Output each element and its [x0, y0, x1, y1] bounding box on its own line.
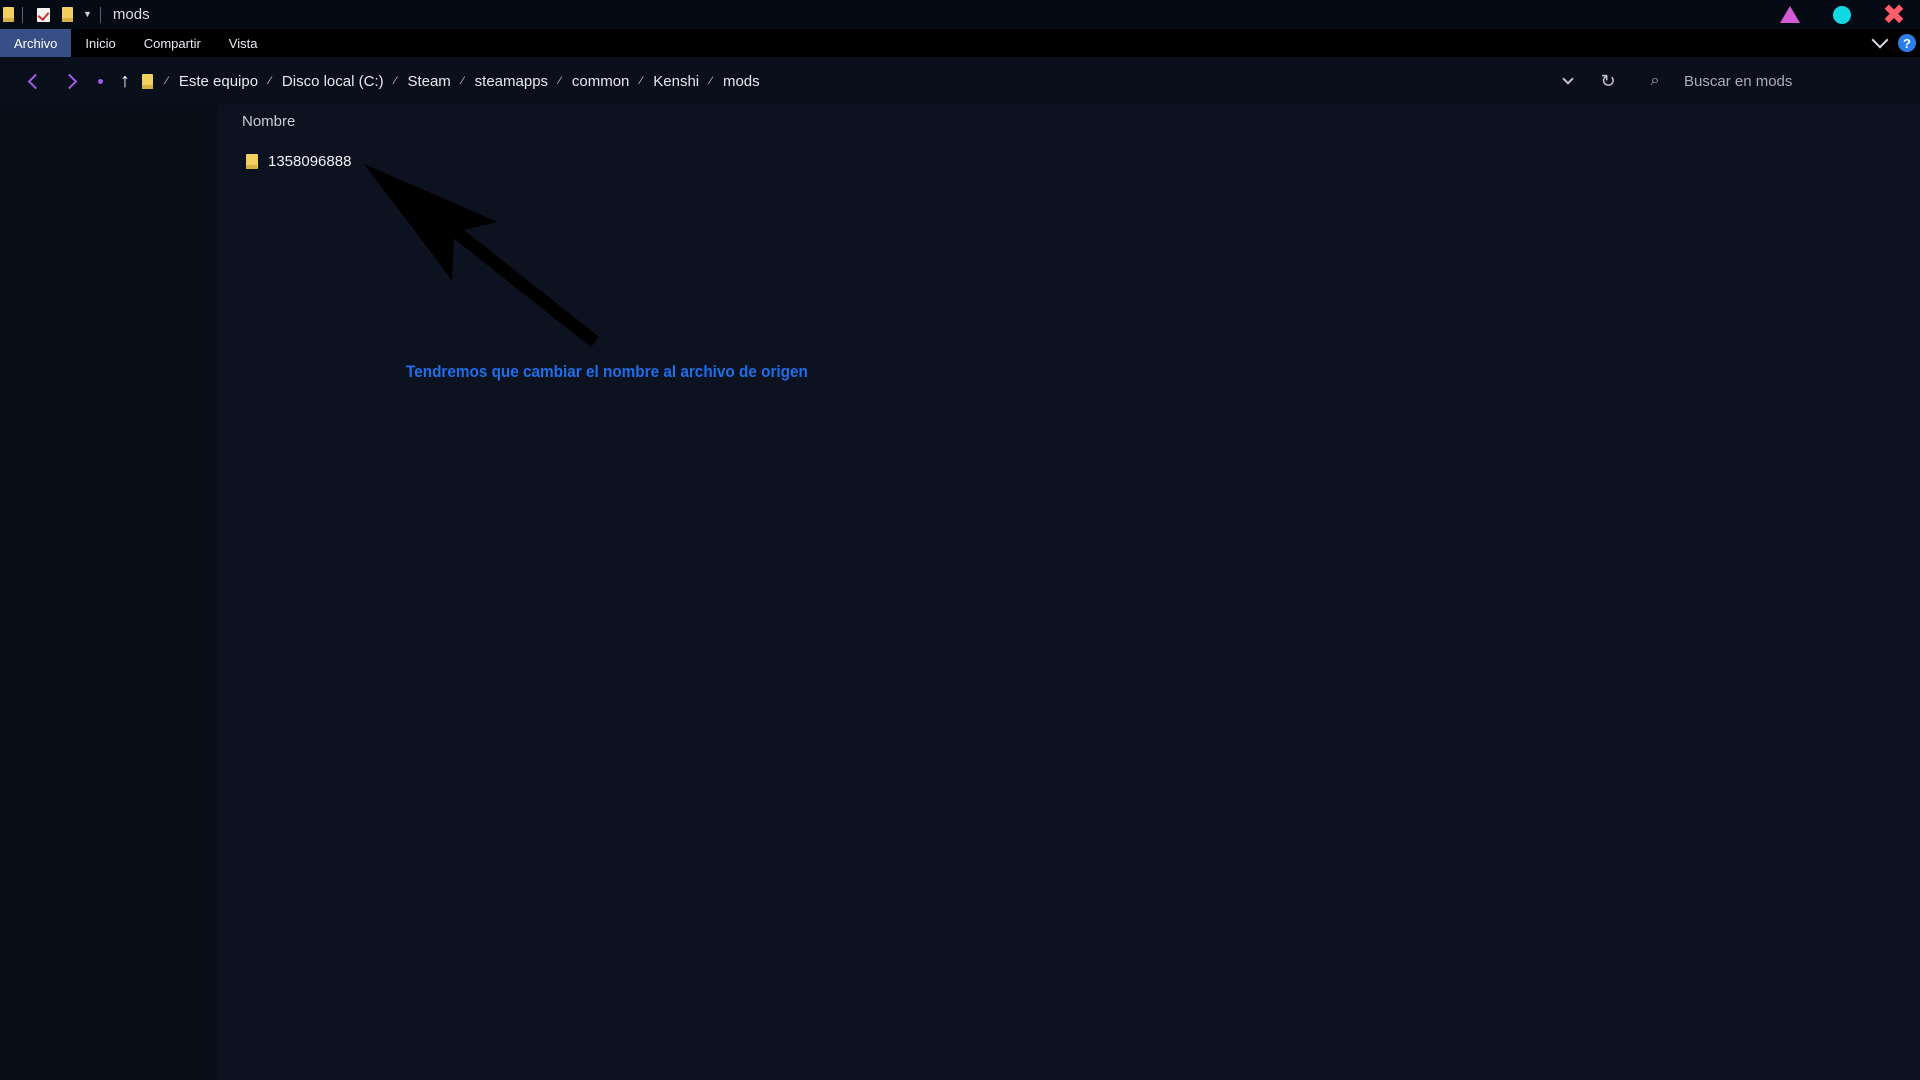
breadcrumb-separator-icon[interactable]: ⁄ [635, 75, 647, 87]
breadcrumb-item[interactable]: Disco local (C:) [276, 73, 390, 90]
customize-toolbar-icon[interactable]: ▼ [83, 10, 92, 19]
title-bar: ▼ mods ✖ [0, 0, 1920, 29]
recent-dot-icon [97, 78, 103, 84]
list-item[interactable]: 1358096888 [242, 149, 355, 173]
tab-inicio[interactable]: Inicio [71, 29, 129, 57]
annotation-arrow-icon [364, 164, 600, 348]
breadcrumb-separator-icon[interactable]: ⁄ [457, 75, 469, 87]
breadcrumb-separator-icon[interactable]: ⁄ [705, 75, 717, 87]
window-title: mods [112, 6, 150, 23]
up-button[interactable]: ↑ [110, 57, 140, 105]
back-button[interactable] [14, 57, 52, 105]
folder-icon [246, 153, 258, 169]
up-arrow-icon: ↑ [120, 70, 130, 92]
breadcrumb-separator-icon[interactable]: ⁄ [554, 75, 566, 87]
new-folder-icon[interactable] [62, 7, 73, 22]
forward-arrow-icon [61, 73, 77, 89]
address-history-button[interactable] [1548, 57, 1588, 105]
triangle-icon [1780, 6, 1800, 23]
breadcrumb-separator-icon[interactable]: ⁄ [161, 75, 173, 87]
column-header-name[interactable]: Nombre [242, 113, 295, 130]
properties-icon[interactable] [37, 7, 50, 22]
breadcrumb-item[interactable]: common [566, 73, 636, 90]
toolbar-divider [22, 6, 23, 23]
close-icon: ✖ [1882, 0, 1906, 30]
breadcrumb-item[interactable]: steamapps [469, 73, 554, 90]
file-name: 1358096888 [268, 152, 352, 170]
search-input[interactable] [1670, 66, 1920, 96]
tab-archivo[interactable]: Archivo [0, 29, 72, 57]
refresh-icon: ↻ [1600, 71, 1616, 91]
expand-ribbon-icon[interactable] [1871, 31, 1889, 49]
breadcrumb-item[interactable]: Kenshi [647, 73, 705, 90]
navigation-buttons: ↑ [0, 57, 140, 105]
breadcrumb-item[interactable]: Steam [401, 73, 456, 90]
address-tools: ↻ [1548, 57, 1628, 105]
toolbar-divider [99, 6, 101, 23]
search-icon: ⌕ [1650, 72, 1660, 89]
forward-button[interactable] [52, 57, 90, 105]
minimize-button[interactable] [1764, 0, 1816, 29]
tab-vista[interactable]: Vista [215, 29, 272, 57]
breadcrumb-item[interactable]: Este equipo [173, 73, 264, 90]
annotation-text: Tendremos que cambiar el nombre al archi… [406, 362, 808, 381]
ribbon-tabs: Archivo Inicio Compartir Vista ? [0, 29, 1920, 57]
circle-icon [1833, 5, 1851, 24]
tab-compartir[interactable]: Compartir [130, 29, 215, 57]
quick-access-toolbar: ▼ [0, 0, 109, 29]
folder-icon[interactable] [3, 7, 14, 22]
refresh-button[interactable]: ↻ [1588, 57, 1628, 105]
navigation-pane[interactable] [0, 105, 218, 1080]
window-controls: ✖ [1764, 0, 1920, 29]
folder-icon [142, 73, 153, 89]
breadcrumb-separator-icon[interactable]: ⁄ [390, 75, 402, 87]
maximize-button[interactable] [1816, 0, 1868, 29]
breadcrumb-separator-icon[interactable]: ⁄ [264, 75, 276, 87]
chevron-down-icon [1562, 73, 1574, 85]
back-arrow-icon [27, 73, 43, 89]
help-icon[interactable]: ? [1898, 34, 1916, 52]
breadcrumb-item-current[interactable]: mods [717, 73, 766, 90]
close-button[interactable]: ✖ [1868, 0, 1920, 29]
address-bar: ↑ ⁄ Este equipo ⁄ Disco local (C:) ⁄ Ste… [0, 57, 1920, 105]
search-box: ⌕ [1640, 65, 1920, 97]
recent-locations-button[interactable] [90, 57, 110, 105]
ribbon-right-controls: ? [1871, 29, 1916, 57]
breadcrumb: ⁄ Este equipo ⁄ Disco local (C:) ⁄ Steam… [142, 73, 766, 90]
